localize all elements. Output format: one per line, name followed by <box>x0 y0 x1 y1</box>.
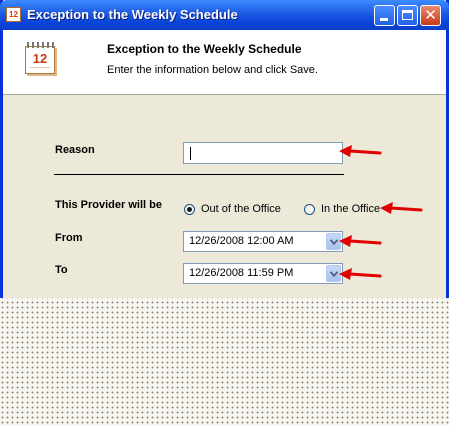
header-subtitle: Enter the information below and click Sa… <box>107 64 318 76</box>
annotation-arrow-to <box>339 268 382 280</box>
from-datetime-picker[interactable]: 12/26/2008 12:00 AM <box>183 231 343 252</box>
annotation-arrow-in-office <box>380 202 423 214</box>
maximize-button[interactable] <box>397 5 418 26</box>
annotation-arrow-from <box>339 235 382 247</box>
radio-selected-dot <box>187 207 192 212</box>
calendar-page: 12 <box>25 46 55 74</box>
from-label: From <box>55 232 83 244</box>
maximize-icon <box>402 10 413 20</box>
reason-input[interactable] <box>183 142 343 164</box>
form-divider <box>54 174 344 175</box>
window-title: Exception to the Weekly Schedule <box>27 7 238 22</box>
minimize-icon <box>380 18 388 21</box>
title-bar[interactable]: 12 Exception to the Weekly Schedule ✕ <box>0 0 449 30</box>
to-datetime-value: 12/26/2008 11:59 PM <box>189 267 294 279</box>
calendar-spiral <box>27 42 55 48</box>
out-of-office-label[interactable]: Out of the Office <box>201 203 281 215</box>
reason-label: Reason <box>55 144 95 156</box>
provider-status-label: This Provider will be <box>55 199 162 211</box>
out-of-office-radio[interactable] <box>184 204 195 215</box>
dialog-header: 12 Exception to the Weekly Schedule Ente… <box>3 30 446 95</box>
text-caret <box>190 147 191 160</box>
calendar-icon-number: 12 <box>32 51 48 66</box>
close-button[interactable]: ✕ <box>420 5 441 26</box>
in-office-radio[interactable] <box>304 204 315 215</box>
header-title: Exception to the Weekly Schedule <box>107 42 302 56</box>
to-datetime-picker[interactable]: 12/26/2008 11:59 PM <box>183 263 343 284</box>
minimize-button[interactable] <box>374 5 395 26</box>
calendar-app-icon: 12 <box>6 7 21 22</box>
annotation-arrow-reason <box>339 145 382 157</box>
close-icon: ✕ <box>424 6 437 24</box>
calendar-rule <box>30 67 50 68</box>
in-office-label[interactable]: In the Office <box>321 203 380 215</box>
to-label: To <box>55 264 68 276</box>
calendar-icon: 12 <box>25 42 57 76</box>
from-datetime-value: 12/26/2008 12:00 AM <box>189 235 294 247</box>
